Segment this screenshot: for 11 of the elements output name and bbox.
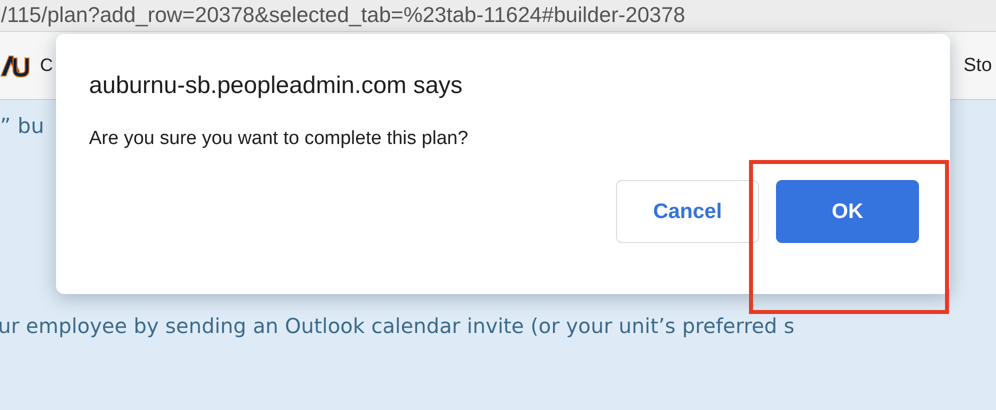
page-text: ur employee by sending an Outlook calendar invite (or your unit’s preferred s (0, 314, 796, 338)
monogram-icon (0, 54, 30, 78)
cancel-button[interactable]: Cancel (616, 180, 759, 243)
bookmark-item[interactable]: C (0, 54, 53, 78)
address-bar[interactable]: /115/plan?add_row=20378&selected_tab=%23tab-11624#builder-20378 (0, 0, 996, 32)
ok-button[interactable]: OK (776, 180, 919, 243)
url-text: /115/plan?add_row=20378&selected_tab=%23tab-11624#builder-20378 (1, 3, 686, 28)
page-text: ” bu (0, 114, 44, 138)
dialog-message: Are you sure you want to complete this plan? (89, 128, 470, 150)
dialog-title: auburnu-sb.peopleadmin.com says (89, 72, 464, 100)
bookmark-item[interactable]: Sto (963, 54, 992, 76)
